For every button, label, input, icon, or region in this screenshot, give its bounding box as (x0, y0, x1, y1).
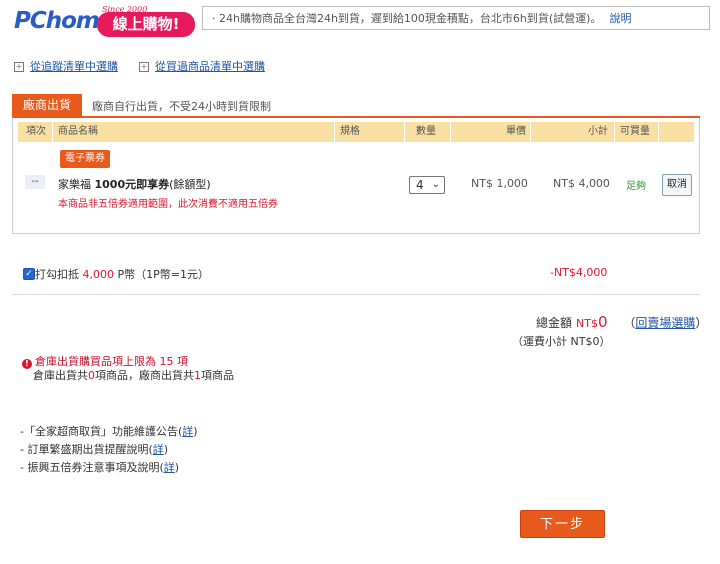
points-checkbox[interactable]: ✓ (23, 268, 35, 280)
shipment-summary: 倉庫出貨共0項商品，廠商出貨共1項商品 (33, 367, 234, 383)
product-name[interactable]: 家樂福 1000元即享券(餘額型) (58, 176, 211, 192)
notice-end: ) (174, 461, 180, 474)
product-name-prefix: 家樂福 (58, 178, 95, 191)
total-label: 總金額 (536, 316, 573, 330)
total-amount: 總金額 NT$0 （回賣場選購） (536, 313, 707, 331)
back-open: （ (623, 316, 636, 330)
quantity-value: 4 (416, 178, 424, 192)
divider (12, 294, 700, 295)
shipping-subtotal: （運費小計 NT$0） (512, 335, 611, 348)
col-index: 項次 (26, 126, 46, 137)
total-value: 0 (597, 313, 608, 331)
pick-links: + 從追蹤清單中選購 + 從買過商品清單中選購 (14, 58, 265, 74)
chevron-down-icon: ⌄ (431, 179, 440, 190)
notice-text: - 振興五倍券注意事項及說明( (20, 461, 164, 474)
plus-icon[interactable]: + (14, 62, 24, 72)
col-unit-price: 單價 (506, 126, 526, 137)
cancel-button[interactable]: 取消 (662, 174, 692, 196)
table-header: 項次 商品名稱 規格 數量 單價 小計 可買量 (18, 122, 694, 142)
points-line: 打勾扣抵 4,000 P幣（1P幣=1元） (35, 266, 209, 282)
quantity-select[interactable]: 4 ⌄ (409, 176, 445, 194)
unit-price: NT$ 1,000 (471, 177, 528, 190)
summary-mid: 項商品，廠商出貨共 (95, 369, 194, 382)
pchome-logo[interactable]: PChome Since 2000 線上購物! (14, 5, 195, 37)
notice-item: -「全家超商取貨」功能維護公告(詳) (20, 423, 198, 441)
stock-status: 足夠 (626, 181, 646, 192)
back-to-store-link[interactable]: 回賣場選購 (635, 316, 695, 330)
total-currency: NT$ (576, 317, 598, 330)
notice-text: -「全家超商取貨」功能維護公告( (20, 425, 183, 438)
announcement-text: · 24h購物商品全台灣24h到貨，遲到給100現金積點，台北市6h到貨(試營運… (212, 12, 602, 25)
col-name: 商品名稱 (58, 126, 98, 137)
col-subtotal: 小計 (588, 126, 608, 137)
alert-icon: ! (22, 359, 32, 369)
next-step-button[interactable]: 下一步 (520, 510, 605, 538)
notice-detail-link[interactable]: 詳 (153, 443, 164, 456)
notice-end: ) (193, 425, 198, 438)
vendor-note: 廠商自行出貨，不受24小時到貨限制 (92, 100, 271, 113)
summary-post: 項商品 (201, 369, 234, 382)
notice-list: -「全家超商取貨」功能維護公告(詳) - 訂單繁盛期出貨提醒說明(詳) - 振興… (20, 423, 198, 477)
col-qty: 數量 (416, 126, 436, 137)
product-name-suffix: (餘額型) (169, 178, 211, 191)
notice-text: - 訂單繁盛期出貨提醒說明( (20, 443, 153, 456)
vendor-tab: 廠商出貨 (12, 94, 82, 116)
notice-item: - 振興五倍券注意事項及說明(詳) (20, 459, 198, 477)
notice-item: - 訂單繁盛期出貨提醒說明(詳) (20, 441, 198, 459)
item-index: -- (25, 175, 45, 189)
col-stock: 可買量 (620, 126, 650, 137)
points-unit: P幣（1P幣=1元） (114, 268, 209, 281)
points-label: 打勾扣抵 (35, 268, 79, 281)
col-spec: 規格 (340, 126, 360, 137)
explain-link[interactable]: 說明 (609, 12, 631, 25)
logo-cart-badge: 線上購物! (97, 12, 195, 37)
points-deduction: -NT$4,000 (550, 266, 608, 279)
back-close: ） (695, 316, 708, 330)
from-history-link[interactable]: 從買過商品清單中選購 (155, 60, 265, 73)
product-name-bold: 1000元即享券 (94, 178, 170, 191)
warehouse-count: 0 (88, 369, 95, 382)
announcement-bar: · 24h購物商品全台灣24h到貨，遲到給100現金積點，台北市6h到貨(試營運… (202, 6, 710, 30)
from-wishlist-link[interactable]: 從追蹤清單中選購 (30, 60, 118, 73)
vendor-count: 1 (194, 369, 201, 382)
summary-pre: 倉庫出貨共 (33, 369, 88, 382)
notice-end: ) (163, 443, 169, 456)
plus-icon[interactable]: + (139, 62, 149, 72)
item-subtotal: NT$ 4,000 (553, 177, 610, 190)
notice-detail-link[interactable]: 詳 (182, 425, 193, 438)
notice-detail-link[interactable]: 詳 (164, 461, 175, 474)
voucher-warning: 本商品非五倍券適用範圍，此次消費不適用五倍券 (58, 199, 278, 210)
points-amount: 4,000 (82, 268, 115, 281)
eticket-tag: 電子票券 (60, 150, 110, 168)
